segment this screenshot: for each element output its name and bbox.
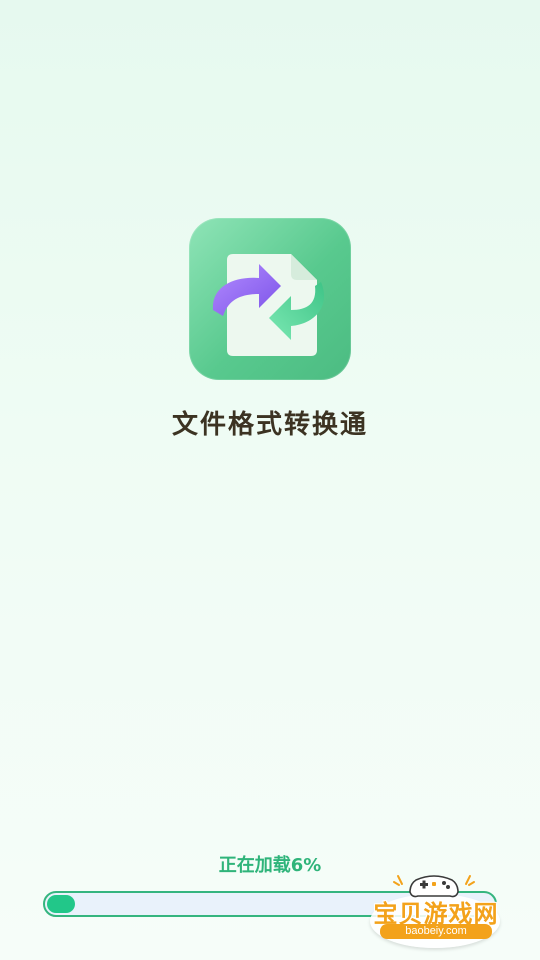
splash-screen: 文件格式转换通 正在加载6% 宝贝游戏网 baobeiy.com — [0, 0, 540, 960]
watermark-logo: 宝贝游戏网 baobeiy.com — [362, 868, 510, 950]
app-name: 文件格式转换通 — [171, 410, 368, 440]
progress-fill — [47, 895, 75, 913]
app-icon — [189, 218, 351, 380]
file-convert-icon — [212, 254, 325, 356]
watermark-url: baobeiy.com — [380, 924, 492, 939]
